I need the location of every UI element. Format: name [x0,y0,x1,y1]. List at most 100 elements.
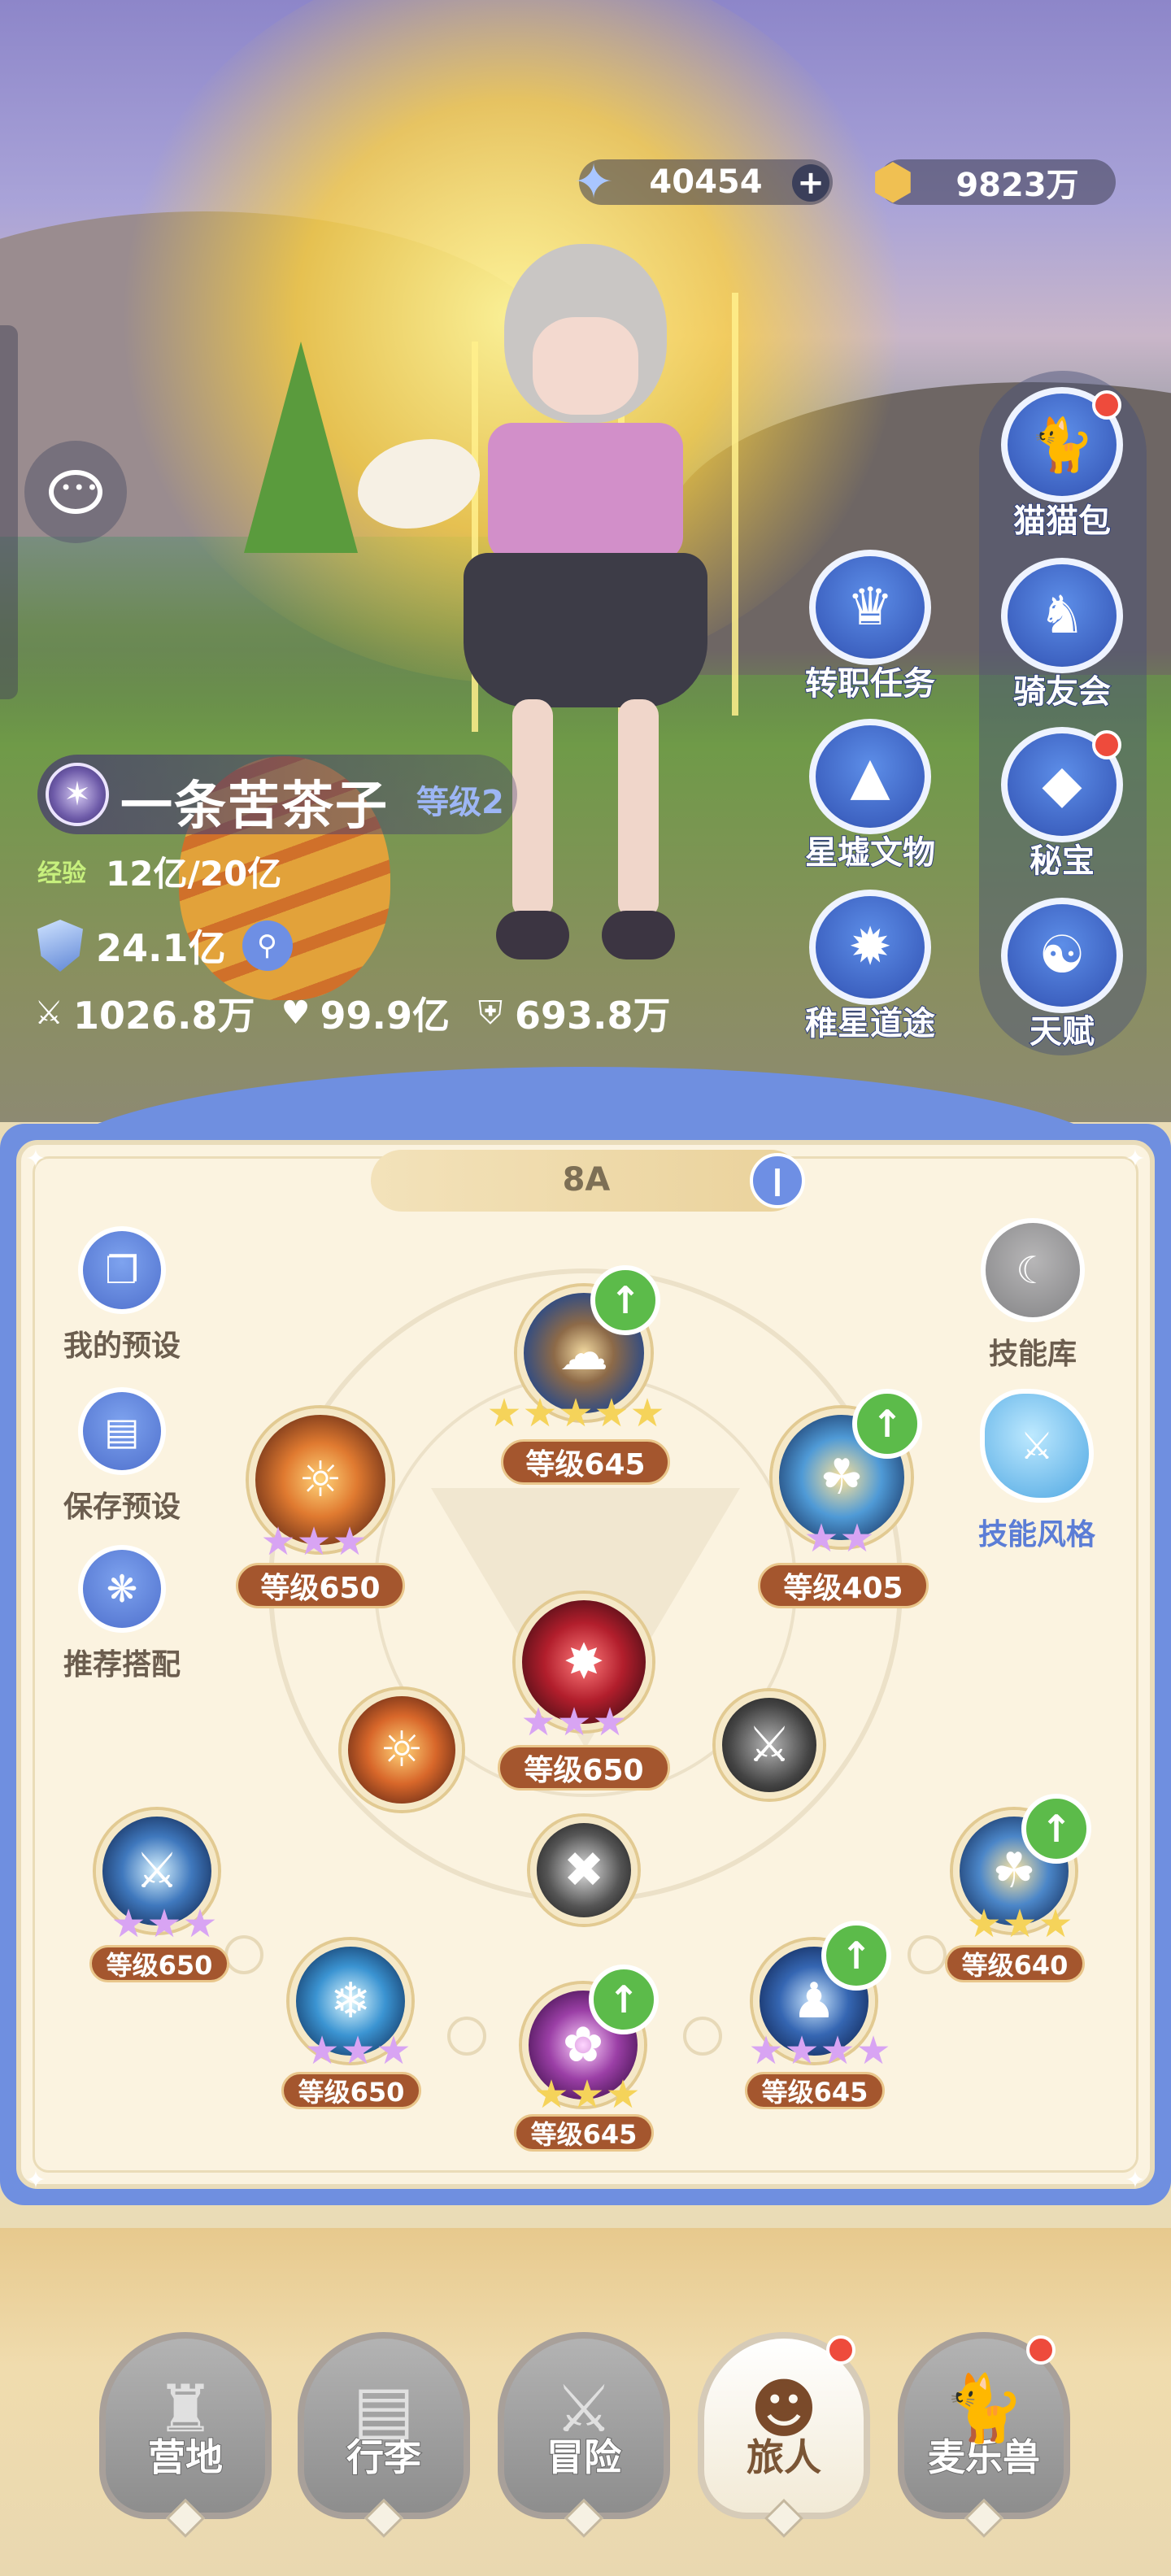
star-icon: ★ [748,2028,784,2073]
hp-value: 99.9亿 [320,994,451,1038]
castle-icon: ♜ [156,2370,215,2447]
notification-dot [1092,730,1121,759]
my-preset-label: 我的预设 [63,1329,181,1363]
skill-library-button[interactable]: ☾ 技能库 [968,1218,1098,1373]
star-icon: ★ [803,1516,839,1561]
star-crystal-icon: ✦ [572,154,615,211]
nav-adventure[interactable]: ⚔ 冒险 [498,2332,670,2539]
skill-level-tag: 等级650 [498,1745,670,1791]
skill-style-label: 技能风格 [977,1518,1095,1551]
exp-value: 12亿/20亿 [106,853,282,894]
traveler-avatar-icon: ☻ [750,2370,818,2447]
skill-style-button[interactable]: ⚔ 技能风格 [960,1389,1114,1553]
skill-stars: ★ ★ ★ [304,2031,411,2070]
cat-pet-icon: 🐈 [943,2370,1025,2446]
save-preset-button[interactable]: ▤ 保存预设 [57,1387,187,1525]
defense-value: 693.8万 [515,994,671,1038]
player-nameplate[interactable]: ✶ 一条苦茶子 等级2 [37,755,517,837]
character-shoe [602,911,675,959]
star-icon: ★ [533,2072,569,2117]
star-icon: ★ [376,2028,411,2073]
passive-slot-flame[interactable]: ☼ [342,1690,462,1810]
star-icon: ★ [820,2028,855,2073]
left-drawer-handle[interactable] [0,325,18,699]
nav-traveler[interactable]: ☻ 旅人 [698,2332,870,2539]
exp-label: 经验 [37,859,86,888]
add-currency-button[interactable]: + [792,164,829,202]
corner-ornament-icon: ✦ [1125,1145,1146,1173]
nav-luggage[interactable]: ▤ 行李 [298,2332,470,2539]
star-icon: ★ [182,1901,218,1947]
attack-stat: ⚔ 1026.8万 [33,986,255,1040]
defense-stat: ⛨ 693.8万 [474,986,671,1040]
star-icon: ★ [556,1699,592,1745]
loadout-selector[interactable]: 8A ❙ [371,1150,805,1212]
connector-node [683,2017,722,2056]
star-icon: ★ [296,1519,332,1564]
skill-stars: ★ ★ ★ [533,2075,641,2114]
star-icon: ★ [629,1390,665,1436]
star-relic-button[interactable]: ▲ 星墟文物 [789,719,951,873]
skill-library-label: 技能库 [988,1338,1077,1371]
my-preset-button[interactable]: ❐ 我的预设 [57,1226,187,1364]
skill-stars: ★ ★ ★ [966,1904,1073,1943]
star-icon: ★ [784,2028,820,2073]
treasure-button[interactable]: ◆ 秘宝 [981,727,1143,881]
upgrade-arrow-icon[interactable]: ↑ [589,1965,659,2034]
star-icon: ★ [146,1901,182,1947]
skill-level-tag: 等级640 [945,1945,1085,1982]
chat-button[interactable] [24,441,127,543]
upgrade-arrow-icon[interactable]: ↑ [1021,1794,1091,1864]
star-icon: ★ [594,1390,629,1436]
cat-bag-icon: 🐈 [1001,387,1123,503]
star-icon: ★ [605,2072,641,2117]
player-emblem-icon: ✶ [46,763,109,826]
star-icon: ★ [592,1699,628,1745]
character-leg [618,699,659,919]
skill-stars: ★ ★ ★ [260,1522,368,1561]
notification-dot [1092,390,1121,420]
star-icon: ★ [304,2028,340,2073]
nav-pet[interactable]: 🐈 麦乐兽 [898,2332,1070,2539]
character-skirt [464,553,707,707]
skill-stars: ★ ★ ★ ★ [748,2031,891,2070]
connector-node [224,1935,263,1974]
chat-bubble-icon [49,470,102,514]
save-preset-label: 保存预设 [63,1490,181,1524]
passive-slot-claw[interactable]: ⚔ [716,1691,823,1799]
star-icon: ★ [966,1901,1002,1947]
combat-power-row: 24.1亿 ⚲ [37,917,293,974]
character-face [533,317,638,415]
upgrade-arrow-icon[interactable]: ↑ [821,1921,891,1991]
upgrade-arrow-icon[interactable]: ↑ [590,1265,660,1335]
skill-level-tag: 等级650 [89,1945,229,1982]
rider-club-button[interactable]: ♞ 骑友会 [981,558,1143,712]
talent-button[interactable]: ☯ 天赋 [981,898,1143,1052]
notification-dot [826,2335,855,2365]
upgrade-arrow-icon[interactable]: ↑ [852,1389,922,1459]
star-icon: ★ [522,1390,558,1436]
shield-icon: ⛨ [478,994,503,1032]
power-detail-button[interactable]: ⚲ [242,920,293,971]
star-path-button[interactable]: ✹ 稚星道途 [789,890,951,1044]
attack-value: 1026.8万 [73,994,255,1038]
notification-dot [1026,2335,1056,2365]
book-icon[interactable]: ❙ [750,1153,805,1208]
preset-cards-icon: ❐ [78,1226,166,1314]
recommend-build-button[interactable]: ❋ 推荐搭配 [57,1545,187,1683]
nav-camp[interactable]: ♜ 营地 [99,2332,272,2539]
brain-head-icon: ☯ [1001,898,1123,1013]
job-change-button[interactable]: ♛ 转职任务 [789,550,951,704]
star-icon: ★ [486,1390,522,1436]
player-character[interactable] [455,244,716,976]
corner-ornament-icon: ✦ [1125,2166,1146,2195]
gold-currency: ⬢ 9823万 [872,154,1116,211]
loadout-name: 8A [562,1161,611,1199]
skill-stars: ★ ★ ★ ★ ★ [486,1394,665,1433]
skill-level-tag: 等级650 [236,1563,405,1608]
horse-icon: ♞ [1001,558,1123,673]
passive-slot-slash[interactable]: ✖ [530,1817,638,1924]
hp-stat: ♥ 99.9亿 [280,986,451,1040]
cat-bag-button[interactable]: 🐈 猫猫包 [981,387,1143,542]
character-leg [512,699,553,919]
